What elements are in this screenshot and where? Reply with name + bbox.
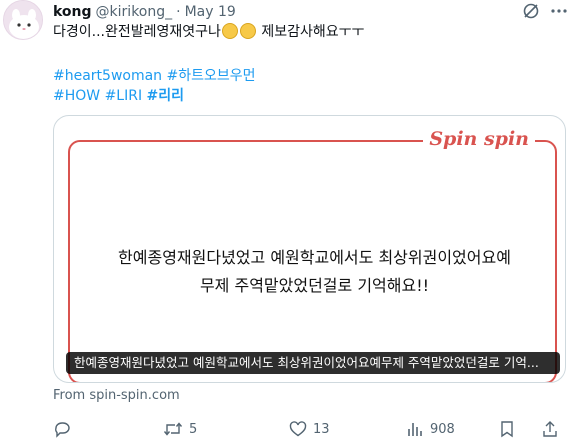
- separator-dot: ·: [176, 4, 181, 20]
- hashtag-heart-of-woman[interactable]: #하트오브우먼: [167, 68, 256, 84]
- hashtags: #heart5woman #하트오브우먼 #HOW #LIRI #리리: [53, 66, 256, 106]
- tweet-text-main: 다경이...완전발레영재엿구나: [53, 24, 221, 40]
- tweet-date[interactable]: May 19: [185, 4, 236, 20]
- more-icon[interactable]: [550, 2, 568, 20]
- pleading-face-emoji-icon: [221, 23, 238, 39]
- hashtag-how[interactable]: #HOW: [53, 88, 100, 104]
- reply-icon: [53, 420, 71, 438]
- hashtag-heart5woman[interactable]: #heart5woman: [53, 68, 162, 84]
- card-message: 한예종영재원다녔었고 예원학교에서도 최상위권이었어요예 무제 주역맡았었던걸로…: [70, 244, 559, 300]
- header-actions: [522, 2, 568, 20]
- bookmark-button[interactable]: [498, 420, 516, 438]
- like-count: 13: [313, 421, 330, 437]
- views-icon: [406, 420, 424, 438]
- retweet-button[interactable]: 5: [163, 420, 197, 438]
- action-bar: 5 13 908: [53, 420, 563, 440]
- card-image-frame: Spin spin 한예종영재원다녔었고 예원학교에서도 최상위권이었어요예 무…: [68, 128, 559, 382]
- reply-button[interactable]: [53, 420, 77, 438]
- like-icon: [289, 420, 307, 438]
- tweet-text-end: 제보감사해요ㅜㅜ: [256, 24, 365, 40]
- spin-spin-logo: Spin spin: [423, 128, 535, 150]
- hashtag-riri[interactable]: #리리: [147, 88, 185, 104]
- pleading-face-emoji-icon: [239, 23, 256, 39]
- tweet-header: kong @kirikong_ · May 19: [53, 2, 236, 22]
- card-message-line1: 한예종영재원다녔었고 예원학교에서도 최상위권이었어요예: [118, 248, 511, 267]
- share-icon: [541, 420, 559, 438]
- views-count: 908: [430, 421, 455, 437]
- display-name[interactable]: kong: [53, 4, 92, 20]
- card-message-line2: 무제 주역맡았었던걸로 기억해요!!: [199, 276, 430, 295]
- avatar[interactable]: [3, 0, 43, 40]
- bookmark-icon: [498, 420, 516, 438]
- like-button[interactable]: 13: [289, 420, 330, 438]
- card-source[interactable]: From spin-spin.com: [53, 388, 180, 403]
- views-button[interactable]: 908: [406, 420, 455, 438]
- grok-icon[interactable]: [522, 2, 540, 20]
- card-caption: 한예종영재원다녔었고 예원학교에서도 최상위권이었어요예무제 주역맡았었던걸로 …: [66, 352, 560, 374]
- tweet-text: 다경이...완전발레영재엿구나 제보감사해요ㅜㅜ: [53, 22, 563, 42]
- retweet-icon: [163, 420, 183, 438]
- link-card[interactable]: Spin spin 한예종영재원다녔었고 예원학교에서도 최상위권이었어요예 무…: [53, 115, 566, 383]
- hashtag-liri[interactable]: #LIRI: [105, 88, 143, 104]
- retweet-count: 5: [189, 421, 198, 437]
- user-handle[interactable]: @kirikong_: [96, 4, 173, 20]
- tweet[interactable]: kong @kirikong_ · May 19 다경이...완전발레영재엿구나…: [0, 0, 576, 443]
- share-button[interactable]: [541, 420, 559, 438]
